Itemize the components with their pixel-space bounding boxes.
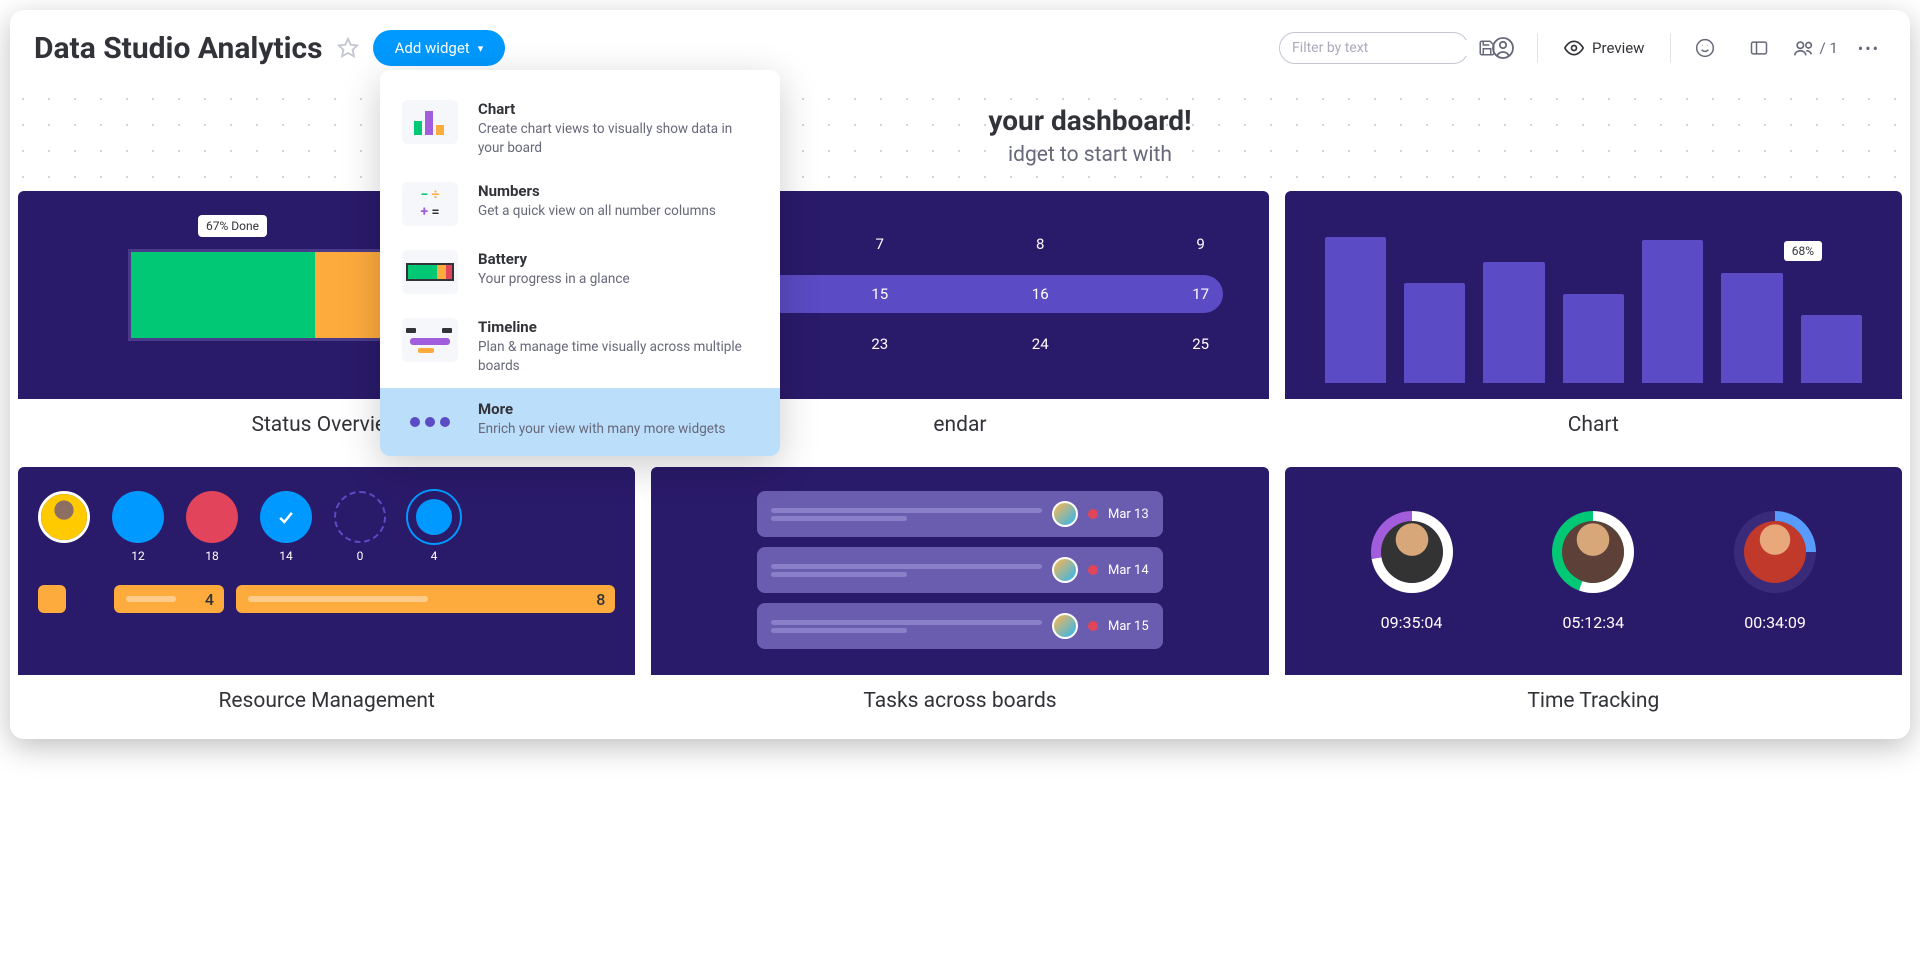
battery-bar [128, 249, 408, 341]
page-title: Data Studio Analytics [34, 31, 323, 66]
status-dot-icon [1088, 621, 1098, 631]
user-icon[interactable] [1483, 28, 1523, 68]
favorite-star-icon[interactable] [337, 37, 359, 59]
people-count[interactable]: / 1 [1793, 37, 1837, 59]
widget-footer: Time Tracking [1285, 675, 1902, 727]
timeline-icon [402, 318, 458, 362]
progress-ring [1371, 511, 1453, 593]
add-widget-button[interactable]: Add widget ▾ [373, 30, 506, 66]
task-row[interactable]: Mar 15 [757, 603, 1162, 649]
bar-chart [1325, 221, 1862, 383]
eye-icon [1564, 38, 1584, 58]
more-options-icon[interactable]: ••• [1852, 39, 1886, 58]
widget-time-tracking[interactable]: 09:35:04 05:12:34 00:34:09 [1285, 467, 1902, 727]
avatar [1052, 557, 1078, 583]
avatar [1052, 501, 1078, 527]
hero-subtitle: idget to start with [50, 143, 1870, 167]
progress-ring [1552, 511, 1634, 593]
chart-tooltip: 68% [1784, 241, 1822, 261]
chevron-down-icon: ▾ [478, 42, 484, 55]
filter-input[interactable] [1292, 40, 1470, 56]
people-icon [1793, 37, 1815, 59]
avatar [1052, 613, 1078, 639]
preview-button[interactable]: Preview [1552, 38, 1656, 58]
battery-icon [402, 250, 458, 294]
widget-footer: Resource Management [18, 675, 635, 727]
task-row[interactable]: Mar 13 [757, 491, 1162, 537]
widget-footer: Tasks across boards [651, 675, 1268, 727]
hero-title: your dashboard! [50, 104, 1870, 137]
smiley-icon[interactable] [1685, 28, 1725, 68]
avatar[interactable] [38, 491, 90, 549]
status-tooltip: 67% Done [198, 215, 267, 237]
add-widget-dropdown: Chart Create chart views to visually sho… [380, 70, 780, 456]
widget-tasks[interactable]: Mar 13 Mar 14 Mar 15 [651, 467, 1268, 727]
panel-icon[interactable] [1739, 28, 1779, 68]
status-dot-icon [1088, 509, 1098, 519]
progress-ring [1734, 511, 1816, 593]
chart-icon [402, 100, 458, 144]
task-row[interactable]: Mar 14 [757, 547, 1162, 593]
more-icon [402, 400, 458, 444]
widget-resource-management[interactable]: 12 18 14 0 4 4 8 Resource Management [18, 467, 635, 727]
dropdown-item-battery[interactable]: Battery Your progress in a glance [380, 238, 780, 306]
dropdown-item-more[interactable]: More Enrich your view with many more wid… [380, 388, 780, 456]
widget-footer: Chart [1285, 399, 1902, 451]
filter-input-wrap[interactable] [1279, 32, 1469, 64]
dropdown-item-chart[interactable]: Chart Create chart views to visually sho… [380, 88, 780, 170]
numbers-icon: −÷ += [402, 182, 458, 226]
widget-chart[interactable]: 68% Chart [1285, 191, 1902, 451]
dropdown-item-timeline[interactable]: Timeline Plan & manage time visually acr… [380, 306, 780, 388]
dropdown-item-numbers[interactable]: −÷ += Numbers Get a quick view on all nu… [380, 170, 780, 238]
status-dot-icon [1088, 565, 1098, 575]
header: Data Studio Analytics Add widget ▾ Previ… [10, 10, 1910, 86]
hero-area: your dashboard! idget to start with [10, 86, 1910, 191]
